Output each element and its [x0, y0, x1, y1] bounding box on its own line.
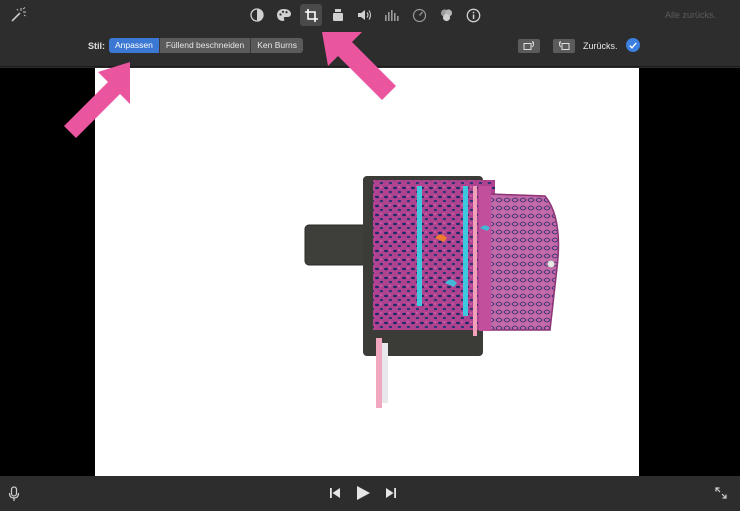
rotate-left-button[interactable]	[518, 39, 540, 53]
speed-icon[interactable]	[408, 4, 430, 26]
top-toolbar: Alle zurücks.	[0, 0, 740, 30]
skip-back-icon[interactable]	[329, 487, 341, 499]
style-segmented-control: Anpassen Füllend beschneiden Ken Burns	[109, 38, 303, 53]
transport-controls	[329, 485, 411, 501]
style-label: Stil:	[88, 41, 105, 51]
apply-crop-button[interactable]	[626, 38, 640, 52]
play-icon[interactable]	[355, 485, 371, 501]
color-balance-icon[interactable]	[246, 4, 268, 26]
skip-forward-icon[interactable]	[385, 487, 397, 499]
rotate-right-button[interactable]	[553, 39, 575, 53]
magic-wand-icon[interactable]	[9, 6, 27, 24]
style-option-fit[interactable]: Anpassen	[109, 38, 160, 53]
color-palette-icon[interactable]	[273, 4, 295, 26]
video-viewer[interactable]	[0, 68, 740, 476]
camera-icon[interactable]	[327, 4, 349, 26]
volume-icon[interactable]	[354, 4, 376, 26]
crop-style-bar: Stil: Anpassen Füllend beschneiden Ken B…	[0, 30, 740, 67]
equalizer-icon[interactable]	[381, 4, 403, 26]
checkmark-icon	[629, 42, 637, 49]
playback-bar	[0, 476, 740, 511]
adjustment-tools	[246, 4, 489, 26]
wallet-photo	[304, 176, 560, 408]
fullscreen-icon[interactable]	[714, 486, 728, 505]
reset-all-button[interactable]: Alle zurücks.	[665, 10, 716, 20]
imovie-crop-editor: Alle zurücks. Stil: Anpassen Füllend bes…	[0, 0, 740, 511]
preview-image	[95, 68, 639, 476]
filter-icon[interactable]	[435, 4, 457, 26]
microphone-icon[interactable]	[8, 486, 20, 507]
reset-button[interactable]: Zurücks.	[583, 41, 618, 51]
style-option-crop-to-fill[interactable]: Füllend beschneiden	[159, 38, 252, 53]
crop-icon[interactable]	[300, 4, 322, 26]
style-option-ken-burns[interactable]: Ken Burns	[251, 38, 303, 53]
rotate-left-icon	[523, 41, 535, 50]
info-icon[interactable]	[462, 4, 484, 26]
rotate-right-icon	[558, 41, 570, 50]
